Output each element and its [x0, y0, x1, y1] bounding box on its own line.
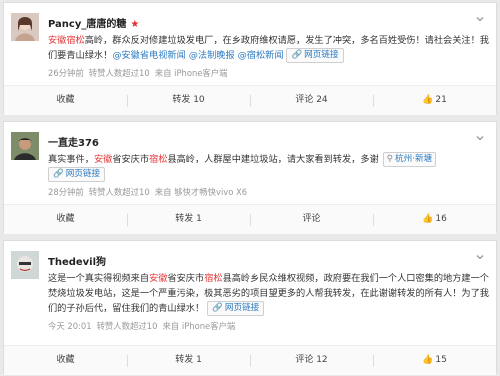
post-text-segment: 省安庆市 — [167, 273, 205, 284]
repost-count-note: 转赞人数超过10 — [88, 187, 150, 197]
post-text: 安徽宿松高岭，群众反对修建垃圾发电厂，在乡政府维权请愿，发生了冲突，多名百姓受伤… — [48, 33, 490, 63]
like-button[interactable]: 👍 15 — [373, 346, 496, 375]
link-icon: 🔗 — [53, 169, 64, 179]
post-text-segment[interactable]: 安徽宿松 — [48, 35, 85, 46]
thumbs-up-icon: 👍 — [422, 214, 434, 224]
post-meta: 28分钟前 转赞人数超过10 来自 够快才畅快vivo X6 — [48, 186, 490, 198]
web-link-label: 网页链接 — [304, 50, 339, 60]
post-source: 来自 iPhone客户端 — [154, 68, 228, 78]
post-card: Pancy_唐唐的糖 ★ 安徽宿松高岭，群众反对修建垃圾发电厂，在乡政府维权请愿，… — [3, 2, 497, 115]
mention-link[interactable]: @宿松新闻 — [238, 50, 284, 61]
post-text: 这是一个真实得视频来自安徽省安庆市宿松县高岭乡民众维权视频，政府要在我们一个人口… — [48, 271, 490, 316]
repost-count-note: 转赞人数超过10 — [96, 321, 158, 331]
post-text-segment: 这是一个真实得视频来自 — [48, 273, 150, 284]
post-source: 来自 够快才畅快vivo X6 — [154, 187, 248, 197]
post-text: 真实事件，安徽省安庆市宿松县高岭，人群屋中建垃圾站，请大家看到转发，多谢 ⚲ 杭州·… — [48, 152, 490, 182]
mention-link[interactable]: @法制晚报 — [189, 50, 235, 61]
user-name[interactable]: 一直走376 — [48, 138, 99, 149]
post-card: Thedevil狗 这是一个真实得视频来自安徽省安庆市宿松县高岭乡民众维权视频，… — [3, 240, 497, 375]
post-card: 一直走376 真实事件，安徽省安庆市宿松县高岭，人群屋中建垃圾站，请大家看到转发… — [3, 121, 497, 234]
like-button[interactable]: 👍 21 — [373, 86, 496, 115]
action-bar: 收藏 转发 1 评论 👍 16 — [4, 204, 496, 234]
web-link-label: 网页链接 — [65, 169, 101, 179]
star-icon: ★ — [130, 19, 140, 30]
post-text-segment: 省安庆市 — [112, 154, 150, 165]
action-bar: 收藏 转发 1 评论 12 👍 15 — [4, 345, 496, 375]
web-link-label: 网页链接 — [224, 303, 260, 313]
repost-button[interactable]: 转发 1 — [127, 205, 250, 234]
post-text-segment[interactable]: 宿松 — [204, 273, 222, 284]
user-name[interactable]: Pancy_唐唐的糖 — [48, 19, 126, 30]
avatar[interactable] — [11, 132, 39, 160]
post-text-segment: 县高岭，人群屋中建垃圾站，请大家看到转发，多谢 — [167, 154, 379, 165]
repost-button[interactable]: 转发 1 — [127, 346, 250, 375]
post-time[interactable]: 26分钟前 — [48, 68, 84, 78]
like-count: 21 — [435, 95, 447, 105]
favorite-button[interactable]: 收藏 — [4, 205, 127, 234]
post-text-segment[interactable]: 安徽 — [149, 273, 167, 284]
post-source: 来自 iPhone客户端 — [162, 321, 236, 331]
link-icon: 🔗 — [212, 303, 223, 313]
post-time[interactable]: 今天 20:01 — [48, 321, 92, 331]
location-button[interactable]: ⚲ 杭州·新塘 — [382, 152, 437, 167]
like-count: 16 — [435, 214, 447, 224]
comment-button[interactable]: 评论 12 — [250, 346, 373, 375]
location-label: 杭州·新塘 — [395, 154, 433, 164]
post-meta: 26分钟前 转赞人数超过10 来自 iPhone客户端 — [48, 67, 490, 79]
web-link-button[interactable]: 🔗 网页链接 — [48, 167, 106, 182]
location-pin-icon: ⚲ — [386, 154, 394, 164]
web-link-button[interactable]: 🔗 网页链接 — [286, 48, 344, 63]
post-text-segment[interactable]: 宿松 — [149, 154, 167, 165]
favorite-button[interactable]: 收藏 — [4, 346, 127, 375]
post-text-segment[interactable]: 安徽 — [94, 154, 112, 165]
thumbs-up-icon: 👍 — [422, 355, 434, 365]
avatar[interactable] — [11, 251, 39, 279]
thumbs-up-icon: 👍 — [422, 95, 434, 105]
avatar[interactable] — [11, 13, 39, 41]
chevron-down-icon[interactable] — [474, 13, 486, 25]
user-name[interactable]: Thedevil狗 — [48, 257, 106, 268]
favorite-button[interactable]: 收藏 — [4, 86, 127, 115]
like-count: 15 — [435, 355, 447, 365]
chevron-down-icon[interactable] — [474, 132, 486, 144]
post-text-segment: 真实事件， — [48, 154, 94, 165]
comment-button[interactable]: 评论 — [250, 205, 373, 234]
post-time[interactable]: 28分钟前 — [48, 187, 84, 197]
post-meta: 今天 20:01 转赞人数超过10 来自 iPhone客户端 — [48, 320, 490, 332]
comment-button[interactable]: 评论 24 — [250, 86, 373, 115]
action-bar: 收藏 转发 10 评论 24 👍 21 — [4, 85, 496, 115]
like-button[interactable]: 👍 16 — [373, 205, 496, 234]
chevron-down-icon[interactable] — [474, 251, 486, 263]
repost-button[interactable]: 转发 10 — [127, 86, 250, 115]
repost-count-note: 转赞人数超过10 — [88, 68, 150, 78]
mention-link[interactable]: @安徽省电视新闻 — [112, 50, 186, 61]
web-link-button[interactable]: 🔗 网页链接 — [207, 301, 265, 316]
link-icon: 🔗 — [291, 50, 303, 60]
